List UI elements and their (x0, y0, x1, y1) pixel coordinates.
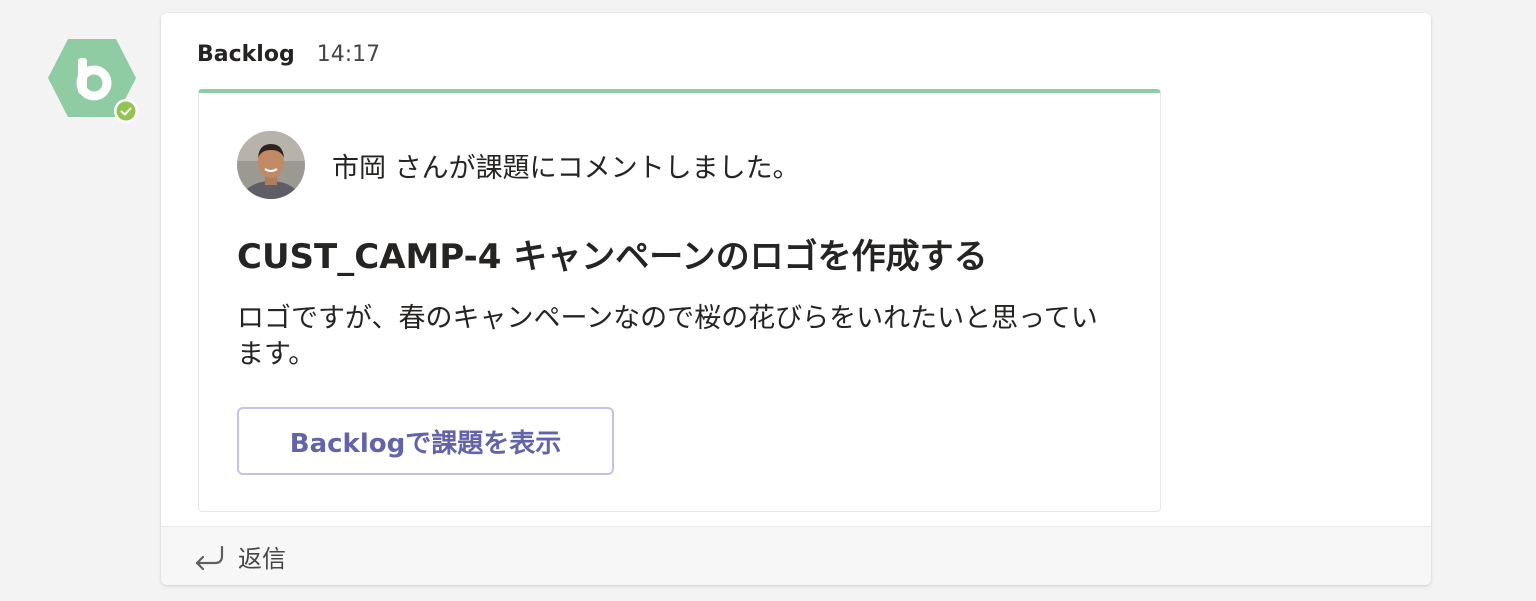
comment-text: ロゴですが、春のキャンペーンなので桜の花びらをいれたいと思っています。 (237, 303, 1098, 370)
adaptive-card: 市岡 さんが課題にコメントしました。 CUST_CAMP-4 キャンペーンのロゴ… (198, 89, 1161, 512)
backlog-logo-icon (48, 39, 138, 123)
sender-name[interactable]: Backlog (197, 42, 295, 67)
user-avatar (237, 131, 305, 199)
card-actor-row: 市岡 さんが課題にコメントしました。 (237, 131, 800, 199)
message-timestamp: 14:17 (316, 42, 381, 67)
reply-button[interactable]: 返信 (161, 526, 1431, 585)
bot-avatar[interactable] (46, 36, 138, 124)
reply-arrow-icon (193, 542, 225, 572)
view-issue-in-backlog-button[interactable]: Backlogで課題を表示 (237, 407, 614, 475)
activity-text: 市岡 さんが課題にコメントしました。 (332, 152, 800, 184)
message-header: Backlog 14:17 (197, 42, 380, 72)
status-available-icon (116, 101, 136, 121)
issue-title: CUST_CAMP-4 キャンペーンのロゴを作成する (237, 237, 988, 277)
reply-label: 返信 (238, 545, 286, 573)
chat-message: Backlog 14:17 市岡 さんが課題にコメントしました。 CUST_CA… (161, 13, 1431, 585)
